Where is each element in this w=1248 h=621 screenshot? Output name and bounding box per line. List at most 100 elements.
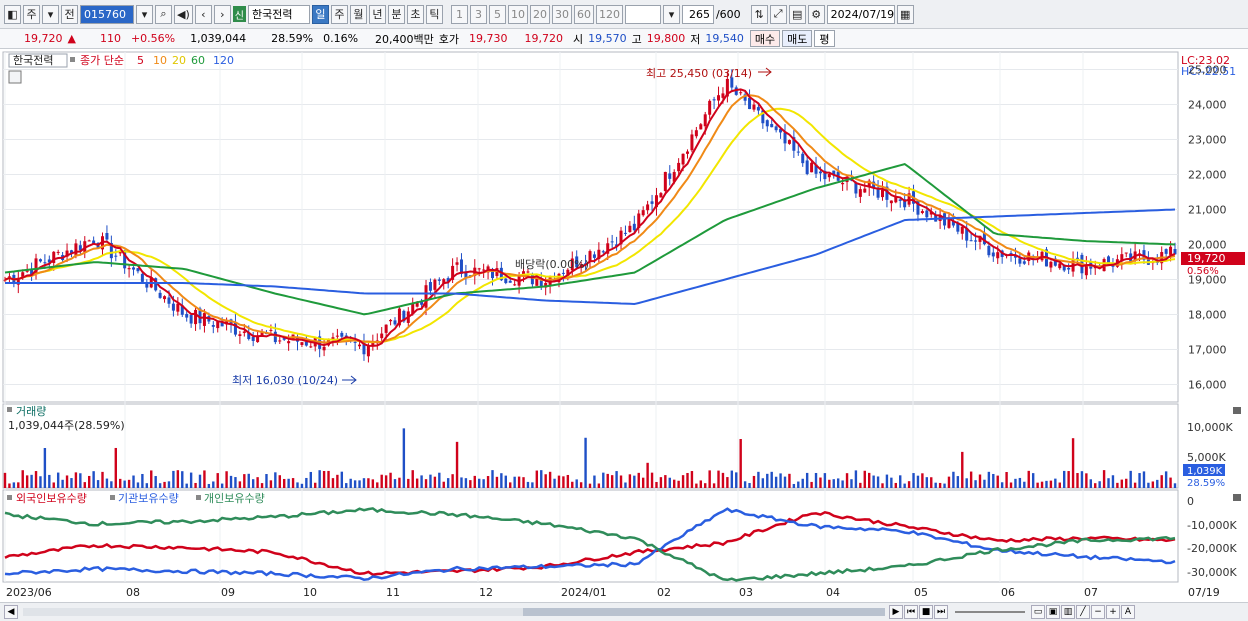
date-input[interactable]: 2024/07/19 xyxy=(826,4,895,24)
volume-bar xyxy=(424,479,428,488)
candle-body xyxy=(739,92,743,94)
volume-bar xyxy=(92,471,95,488)
volume-bar xyxy=(39,476,42,488)
candle-body xyxy=(677,162,681,172)
chart-tools-icon[interactable]: ⤢ xyxy=(769,4,787,24)
candle-body xyxy=(1009,252,1013,254)
scroll-right-icon[interactable]: ▶ xyxy=(889,605,903,619)
volume-bar xyxy=(446,478,450,488)
period-day-button[interactable]: 일 xyxy=(311,4,329,24)
layout-icon[interactable]: ▥ xyxy=(1061,605,1075,619)
candle-body xyxy=(504,278,508,284)
candle-body xyxy=(1107,256,1111,263)
candle-body xyxy=(393,320,397,325)
scroll-left-icon[interactable]: ◀ xyxy=(4,605,18,619)
candle-body xyxy=(960,226,964,234)
volume-bar xyxy=(1173,483,1177,488)
search-icon[interactable]: ⌕ xyxy=(155,4,172,24)
candle-body xyxy=(663,171,667,192)
prev-arrow-icon[interactable]: ‹ xyxy=(194,4,212,24)
save-icon[interactable]: ▤ xyxy=(788,4,806,24)
eval-button[interactable]: 평 xyxy=(814,30,835,47)
candle-body xyxy=(561,272,565,274)
period-tick-button[interactable]: 틱 xyxy=(425,4,443,24)
calendar-icon[interactable]: ▦ xyxy=(896,4,914,24)
interval-3-button[interactable]: 3 xyxy=(469,4,487,24)
period-minute-button[interactable]: 분 xyxy=(387,4,405,24)
buy-button[interactable]: 매수 xyxy=(749,30,781,47)
chart-svg[interactable]: 한국전력 종가 단순 5 10 20 60 120 최고 25,450 (03/… xyxy=(0,50,1248,602)
window-menu-icon[interactable]: ◧ xyxy=(4,4,21,24)
interval-custom-input[interactable] xyxy=(624,4,661,24)
count-input[interactable]: 265 xyxy=(681,4,714,24)
holding-close-icon[interactable] xyxy=(1233,494,1241,501)
period-week-button[interactable]: 주 xyxy=(330,4,348,24)
type-dropdown-icon[interactable]: ▾ xyxy=(42,4,59,24)
speaker-icon[interactable]: ◀) xyxy=(174,4,193,24)
zoom-slider[interactable] xyxy=(955,611,1025,613)
next-arrow-icon[interactable]: › xyxy=(213,4,231,24)
rewind-icon[interactable]: ⏮ xyxy=(904,605,918,619)
interval-5-button[interactable]: 5 xyxy=(488,4,506,24)
interval-60-button[interactable]: 60 xyxy=(573,4,594,24)
interval-10-button[interactable]: 10 xyxy=(507,4,528,24)
volume-bar xyxy=(367,478,370,488)
volume-bar xyxy=(597,483,601,488)
mode-select[interactable]: 전 xyxy=(61,4,78,24)
volume-bar xyxy=(61,479,64,488)
current-price: 19,720 xyxy=(24,32,63,45)
volume-bar xyxy=(43,448,47,488)
type-select[interactable]: 주 xyxy=(23,4,40,24)
interval-1-button[interactable]: 1 xyxy=(450,4,468,24)
chart-area[interactable]: 한국전력 종가 단순 5 10 20 60 120 최고 25,450 (03/… xyxy=(0,50,1248,602)
candle-body xyxy=(765,120,769,127)
draw-icon[interactable]: ╱ xyxy=(1076,605,1090,619)
volume-bar xyxy=(176,470,180,488)
volume-bar xyxy=(553,478,556,488)
interval-dropdown-icon[interactable]: ▾ xyxy=(662,4,680,24)
volume-bar xyxy=(495,476,499,488)
stop-icon[interactable]: ■ xyxy=(919,605,933,619)
low-annotation: 최저 16,030 (10/24) xyxy=(232,374,338,387)
fast-forward-icon[interactable]: ⏭ xyxy=(934,605,948,619)
scroll-thumb[interactable] xyxy=(523,608,885,616)
chart-settings-icon[interactable]: ⇅ xyxy=(750,4,768,24)
interval-30-button[interactable]: 30 xyxy=(551,4,572,24)
volume-bar xyxy=(65,475,69,488)
candle-body xyxy=(56,251,60,253)
candle-body xyxy=(1049,261,1053,268)
period-year-button[interactable]: 년 xyxy=(368,4,386,24)
font-icon[interactable]: A xyxy=(1121,605,1135,619)
volume-bar xyxy=(371,479,375,488)
sell-button[interactable]: 매도 xyxy=(782,30,813,47)
code-dropdown-icon[interactable]: ▾ xyxy=(136,4,153,24)
period-second-button[interactable]: 초 xyxy=(406,4,424,24)
zoom-in-icon[interactable]: + xyxy=(1106,605,1120,619)
period-month-button[interactable]: 월 xyxy=(349,4,367,24)
volume-bar xyxy=(965,478,968,488)
volume-bar xyxy=(819,477,822,488)
compare-icon[interactable]: ▣ xyxy=(1046,605,1060,619)
split-view-icon[interactable]: ▭ xyxy=(1031,605,1045,619)
zoom-out-icon[interactable]: − xyxy=(1091,605,1105,619)
volume-bar xyxy=(686,472,689,488)
volume-bar xyxy=(127,479,131,488)
volume-bar xyxy=(101,471,104,488)
holding-legend-individual: 개인보유수량 xyxy=(204,492,265,505)
gear-icon[interactable]: ⚙ xyxy=(807,4,825,24)
indicator-list-icon[interactable] xyxy=(8,70,22,84)
volume-bar xyxy=(1125,478,1128,488)
interval-120-button[interactable]: 120 xyxy=(595,4,623,24)
candle-body xyxy=(818,171,822,174)
volume-close-icon[interactable] xyxy=(1233,407,1241,414)
scroll-bar[interactable]: ◀ ▶ ⏮ ■ ⏭ ▭ ▣ ▥ ╱ − + A xyxy=(0,602,1248,621)
volume-bar xyxy=(890,477,893,488)
stock-code-input[interactable]: 015760 xyxy=(80,4,134,24)
volume-bar xyxy=(469,480,472,488)
scroll-track[interactable] xyxy=(23,608,885,616)
volume-bar xyxy=(12,482,16,488)
volume-bar xyxy=(925,477,929,488)
interval-20-button[interactable]: 20 xyxy=(529,4,550,24)
legend-ma120: 120 xyxy=(213,54,234,67)
volume-bar xyxy=(411,470,414,488)
